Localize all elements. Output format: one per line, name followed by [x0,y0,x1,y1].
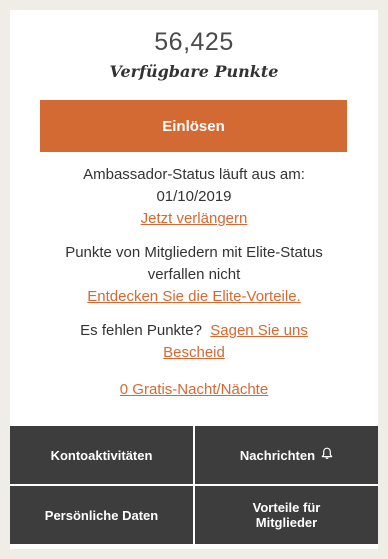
ambassador-status-text: Ambassador-Status läuft aus am: [83,166,305,183]
account-activity-tile[interactable]: Kontoaktivitäten [10,426,193,484]
free-nights-link[interactable]: 0 Gratis-Nacht/Nächte [120,381,268,398]
personal-data-tile[interactable]: Persönliche Daten [10,486,193,544]
points-label: Verfügbare Punkte [109,62,279,81]
points-summary-card: 56,425 Verfügbare Punkte Einlösen Ambass… [10,10,378,549]
redeem-button[interactable]: Einlösen [40,100,347,152]
member-benefits-label: Vorteile für Mitglieder [253,500,321,530]
personal-data-label: Persönliche Daten [44,507,159,523]
report-missing-points-link-cont[interactable]: Bescheid [163,344,225,361]
report-missing-points-link[interactable]: Sagen Sie uns [210,322,308,339]
ambassador-expiry-date: 01/10/2019 [156,188,232,205]
member-benefits-label-line2: Mitglieder [255,515,318,530]
missing-points-question: Es fehlen Punkte? [80,322,202,339]
member-benefits-tile[interactable]: Vorteile für Mitglieder [195,486,378,544]
elite-info-line2: verfallen nicht [147,266,241,283]
messages-label: Nachrichten [239,447,316,463]
bell-icon [321,447,333,463]
elite-benefits-link[interactable]: Entdecken Sie die Elite-Vorteile. [87,288,300,305]
elite-info-line1: Punkte von Mitgliedern mit Elite-Status [65,244,323,261]
member-benefits-label-line1: Vorteile für [252,500,321,515]
account-activity-label: Kontoaktivitäten [50,447,153,463]
missing-points: Es fehlen Punkte? Sagen Sie uns Bescheid [10,320,378,364]
messages-tile[interactable]: Nachrichten [195,426,378,484]
free-nights: 0 Gratis-Nacht/Nächte [10,379,378,401]
points-value: 56,425 [154,28,234,56]
account-menu-grid: Kontoaktivitäten Nachrichten Persönliche… [10,426,378,544]
extend-now-link[interactable]: Jetzt verlängern [141,210,248,227]
elite-info: Punkte von Mitgliedern mit Elite-Status … [10,242,378,308]
ambassador-status: Ambassador-Status läuft aus am: 01/10/20… [10,164,378,230]
